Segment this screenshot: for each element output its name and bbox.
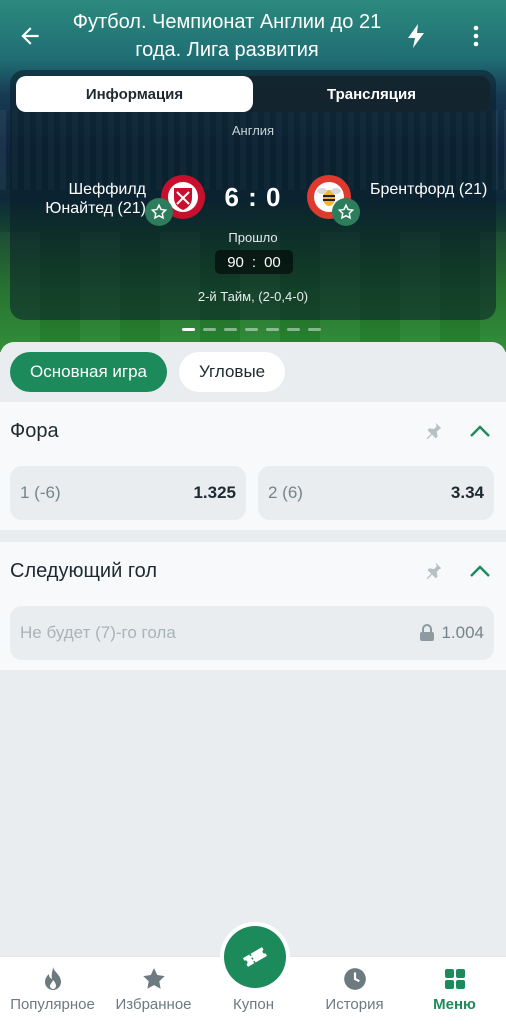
back-button[interactable] — [12, 18, 48, 54]
tab-information[interactable]: Информация — [16, 76, 253, 112]
ticket-icon — [242, 947, 268, 967]
outcome-label: Не будет (7)-го гола — [20, 623, 176, 642]
match-period: 2-й Тайм, (2-0,4-0) — [197, 289, 309, 304]
match-clock: 90 : 00 — [215, 250, 293, 274]
lightning-icon — [408, 24, 424, 48]
nav-history[interactable]: История — [304, 957, 405, 1024]
favorite-away-button[interactable] — [332, 198, 360, 226]
star-icon — [142, 968, 165, 989]
outcome-label: 1 (-6) — [20, 483, 61, 502]
quick-bet-button[interactable] — [398, 18, 434, 54]
pager-dot[interactable] — [287, 328, 300, 331]
coupon-fab-button[interactable] — [224, 926, 286, 988]
pin-market-button[interactable] — [420, 418, 446, 444]
filter-corners[interactable]: Угловые — [178, 352, 286, 392]
nav-label: Меню — [433, 996, 476, 1013]
clock-icon — [343, 968, 366, 990]
outcome-odds: 3.34 — [450, 483, 484, 502]
outcome-odds: 1.004 — [441, 623, 484, 642]
market-title: Фора — [10, 420, 59, 442]
nav-popular[interactable]: Популярное — [2, 957, 103, 1024]
chevron-up-icon — [470, 425, 490, 437]
collapse-market-button[interactable] — [466, 418, 494, 444]
outcome-odds: 1.325 — [193, 483, 236, 502]
collapse-market-button[interactable] — [466, 558, 494, 584]
tab-broadcast[interactable]: Трансляция — [253, 76, 490, 112]
odds-button-locked: Не будет (7)-го гола 1.004 — [10, 606, 494, 660]
star-outline-icon — [337, 203, 355, 220]
odds-button[interactable]: 2 (6) 3.34 — [258, 466, 494, 520]
pager-dot[interactable] — [182, 328, 195, 331]
pin-icon — [426, 422, 442, 440]
lock-icon — [420, 624, 435, 641]
nav-label: Избранное — [115, 996, 192, 1013]
away-team-name: Брентфорд (21) — [370, 181, 488, 198]
outcome-label: 2 (6) — [268, 483, 303, 502]
outcome-odds-wrap: 1.004 — [419, 623, 484, 643]
chevron-up-icon — [470, 565, 490, 577]
markets-content: Основная игра Угловые Фора 1 (-6) 1.325 … — [0, 342, 506, 956]
pager-dot[interactable] — [224, 328, 237, 331]
top-app-bar: Футбол. Чемпионат Англии до 21 года. Лиг… — [0, 0, 506, 72]
match-country: Англия — [231, 123, 275, 138]
market-title: Следующий гол — [10, 560, 158, 582]
nav-menu[interactable]: Меню — [404, 957, 505, 1024]
pager-dots — [182, 328, 321, 331]
match-card: Информация Трансляция Англия Шеффилд Юна… — [10, 70, 496, 320]
page-title: Футбол. Чемпионат Англии до 21 года. Лиг… — [72, 11, 382, 61]
market-handicap: Фора 1 (-6) 1.325 2 (6) 3.34 — [0, 402, 506, 530]
home-team-name: Шеффилд Юнайтед (21) — [45, 181, 146, 217]
match-status: Прошло — [228, 230, 278, 245]
match-hero: Футбол. Чемпионат Англии до 21 года. Лиг… — [0, 0, 506, 352]
filter-main-game[interactable]: Основная игра — [10, 352, 167, 392]
pager-dot[interactable] — [203, 328, 216, 331]
more-options-button[interactable] — [458, 18, 494, 54]
arrow-left-icon — [21, 27, 39, 45]
clock-minutes: 90 — [227, 253, 244, 271]
nav-favorites[interactable]: Избранное — [103, 957, 204, 1024]
clock-separator: : — [251, 253, 257, 271]
pager-dot[interactable] — [266, 328, 279, 331]
market-next-goal: Следующий гол Не будет (7)-го гола 1.004 — [0, 542, 506, 670]
grid-icon — [444, 969, 465, 989]
pager-dot[interactable] — [245, 328, 258, 331]
nav-label: История — [325, 996, 384, 1013]
nav-label: Купон — [233, 996, 274, 1013]
clock-seconds: 00 — [264, 253, 281, 271]
favorite-home-button[interactable] — [145, 198, 173, 226]
odds-button[interactable]: 1 (-6) 1.325 — [10, 466, 246, 520]
pin-market-button[interactable] — [420, 558, 446, 584]
pin-icon — [426, 562, 442, 580]
market-filters: Основная игра Угловые — [10, 352, 286, 392]
star-outline-icon — [150, 203, 168, 220]
nav-label: Популярное — [10, 996, 95, 1013]
pager-dot[interactable] — [308, 328, 321, 331]
match-score: 6 : 0 — [224, 182, 282, 212]
more-vertical-icon — [473, 25, 479, 47]
flame-icon — [44, 967, 61, 990]
info-tabs: Информация Трансляция — [16, 76, 490, 112]
